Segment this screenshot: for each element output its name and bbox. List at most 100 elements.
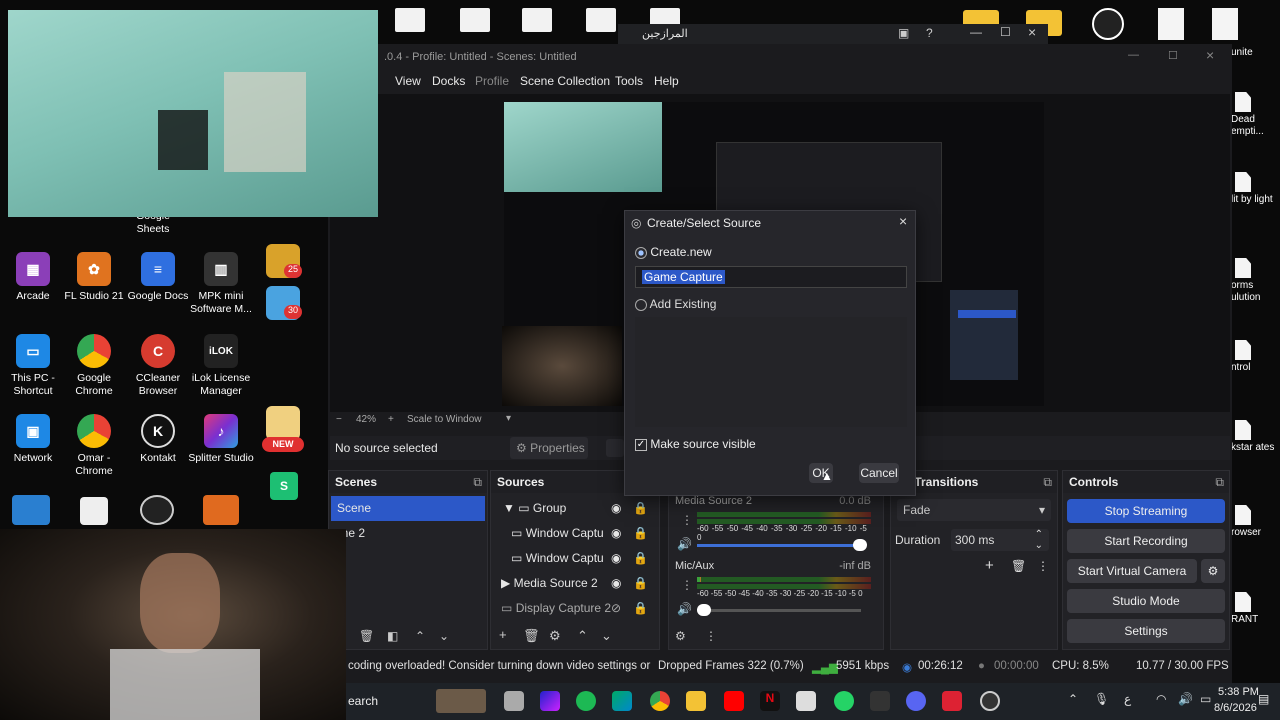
- properties-button[interactable]: ⚙ Properties: [510, 437, 588, 459]
- add-icon[interactable]: +: [985, 557, 994, 574]
- spotify-icon[interactable]: [576, 691, 596, 711]
- menu-docks[interactable]: Docks: [432, 74, 465, 88]
- chevron-down-icon[interactable]: ▾: [506, 413, 511, 424]
- chrome-icon[interactable]: [650, 691, 670, 711]
- menu-view[interactable]: View: [395, 74, 421, 88]
- desktop-app-icon[interactable]: [12, 495, 50, 525]
- source-item[interactable]: ▭ Window Captu ◉ 🔒: [491, 546, 659, 571]
- add-icon[interactable]: +: [499, 627, 507, 642]
- trash-icon[interactable]: 🗑: [359, 629, 374, 643]
- scene-item-selected[interactable]: Scene: [331, 496, 485, 521]
- lock-icon[interactable]: 🔒: [633, 496, 648, 521]
- eye-icon[interactable]: ◉: [611, 521, 621, 546]
- volume-slider-handle[interactable]: [697, 604, 711, 616]
- desktop-icon-splitter-studio[interactable]: ♪ Splitter Studio: [188, 414, 254, 465]
- language-indicator[interactable]: ع: [1124, 692, 1131, 706]
- desktop-icon-ccleaner-browser[interactable]: C CCleaner Browser: [125, 334, 191, 398]
- lock-icon[interactable]: 🔒: [633, 521, 648, 546]
- desktop-file[interactable]: lit by light: [1231, 172, 1280, 206]
- app-icon[interactable]: [870, 691, 890, 711]
- existing-sources-list[interactable]: [635, 317, 907, 427]
- file-icon[interactable]: [395, 8, 425, 32]
- file-icon[interactable]: [586, 8, 616, 32]
- media-player-icon[interactable]: [80, 497, 108, 525]
- clock-time[interactable]: 5:38 PM: [1218, 686, 1259, 698]
- copilot-icon[interactable]: [540, 691, 560, 711]
- desktop-icon-network[interactable]: ▣ Network: [0, 414, 66, 465]
- settings-button[interactable]: Settings: [1067, 619, 1225, 643]
- minimize-icon[interactable]: —: [970, 25, 982, 39]
- pip-icon[interactable]: ▣: [898, 26, 909, 40]
- filters-button[interactable]: [606, 439, 624, 457]
- desktop-icon-kontakt[interactable]: K Kontakt: [125, 414, 191, 465]
- undock-icon[interactable]: ⧉: [473, 471, 482, 493]
- start-virtual-camera-button[interactable]: Start Virtual Camera: [1067, 559, 1197, 583]
- discord-icon[interactable]: [906, 691, 926, 711]
- menu-tools[interactable]: Tools: [615, 74, 643, 88]
- move-down-icon[interactable]: ⌄: [439, 629, 449, 643]
- menu-scene-collection[interactable]: Scene Collection: [520, 74, 610, 88]
- file-icon[interactable]: [522, 8, 552, 32]
- kebab-menu-icon[interactable]: ⋮: [1037, 559, 1049, 573]
- store-icon[interactable]: [796, 691, 816, 711]
- volume-slider[interactable]: [697, 544, 861, 547]
- minimize-icon[interactable]: —: [1128, 49, 1139, 61]
- file-explorer-icon[interactable]: [686, 691, 706, 711]
- app-icon[interactable]: [203, 495, 239, 525]
- source-item[interactable]: ▭ Display Capture 2 ⊘ 🔒: [491, 596, 659, 621]
- maximize-icon[interactable]: ☐: [1168, 49, 1178, 62]
- chevron-up-icon[interactable]: ⌃: [1068, 692, 1078, 706]
- source-item[interactable]: ▭ Window Captu ◉ 🔒: [491, 521, 659, 546]
- desktop-icon-google-chrome[interactable]: Google Chrome: [61, 334, 127, 398]
- move-up-icon[interactable]: ⌃: [415, 629, 425, 643]
- desktop-icon-this-pc[interactable]: ▭ This PC - Shortcut: [0, 334, 66, 398]
- eye-icon[interactable]: ◉: [611, 571, 621, 596]
- eye-icon[interactable]: ◉: [611, 496, 621, 521]
- eye-icon[interactable]: ◉: [611, 546, 621, 571]
- move-up-icon[interactable]: ⌃: [577, 628, 588, 644]
- desktop-file[interactable]: kstar ates: [1231, 420, 1280, 454]
- desktop-file[interactable]: Dead empti...: [1231, 92, 1280, 138]
- wifi-icon[interactable]: ◠: [1156, 692, 1166, 706]
- help-icon[interactable]: ?: [926, 26, 933, 40]
- trash-icon[interactable]: 🗑: [523, 628, 540, 644]
- create-new-radio[interactable]: Create.new: [635, 245, 712, 259]
- notification-icon[interactable]: ▤: [1258, 692, 1269, 706]
- taskbar-search[interactable]: earch: [348, 694, 378, 708]
- app-icon[interactable]: [266, 406, 300, 440]
- whatsapp-icon[interactable]: [834, 691, 854, 711]
- task-view-icon[interactable]: [504, 691, 524, 711]
- app-icon[interactable]: [942, 691, 962, 711]
- app-icon[interactable]: [1092, 8, 1124, 40]
- desktop-icon-omar-chrome[interactable]: Omar - Chrome: [61, 414, 127, 478]
- speaker-icon[interactable]: 🔊: [677, 602, 692, 616]
- add-existing-radio[interactable]: Add Existing: [635, 297, 716, 311]
- lock-icon[interactable]: 🔒: [633, 596, 648, 621]
- gear-icon[interactable]: ⚙: [549, 628, 561, 644]
- zoom-out-icon[interactable]: −: [336, 414, 342, 425]
- move-down-icon[interactable]: ⌄: [601, 628, 612, 644]
- desktop-icon-ilok[interactable]: iLOK iLok License Manager: [188, 334, 254, 398]
- file-icon[interactable]: [460, 8, 490, 32]
- virtual-camera-settings-gear-icon[interactable]: ⚙: [1201, 559, 1225, 583]
- netflix-icon[interactable]: N: [760, 691, 780, 711]
- speaker-icon[interactable]: 🔊: [677, 537, 692, 551]
- menu-help[interactable]: Help: [654, 74, 679, 88]
- desktop-file[interactable]: orms ulution: [1231, 258, 1280, 304]
- clock-date[interactable]: 8/6/2026: [1214, 702, 1257, 714]
- studio-mode-button[interactable]: Studio Mode: [1067, 589, 1225, 613]
- start-recording-button[interactable]: Start Recording: [1067, 529, 1225, 553]
- volume-icon[interactable]: 🔊: [1178, 692, 1193, 706]
- zoom-in-icon[interactable]: +: [388, 414, 394, 425]
- spin-down-icon[interactable]: ⌄: [1035, 535, 1043, 557]
- desktop-icon-google-docs[interactable]: ≡ Google Docs: [125, 252, 191, 303]
- stop-streaming-button[interactable]: Stop Streaming: [1067, 499, 1225, 523]
- lock-icon[interactable]: 🔒: [633, 546, 648, 571]
- close-icon[interactable]: ×: [1028, 24, 1036, 40]
- transition-select[interactable]: Fade ▾: [897, 499, 1051, 521]
- source-item[interactable]: ▶ Media Source 2 ◉ 🔒: [491, 571, 659, 596]
- kebab-menu-icon[interactable]: ⋮: [705, 629, 717, 643]
- file-icon[interactable]: [1212, 8, 1238, 40]
- kebab-menu-icon[interactable]: ⋮: [681, 578, 693, 592]
- scene-item[interactable]: ene 2: [329, 521, 487, 546]
